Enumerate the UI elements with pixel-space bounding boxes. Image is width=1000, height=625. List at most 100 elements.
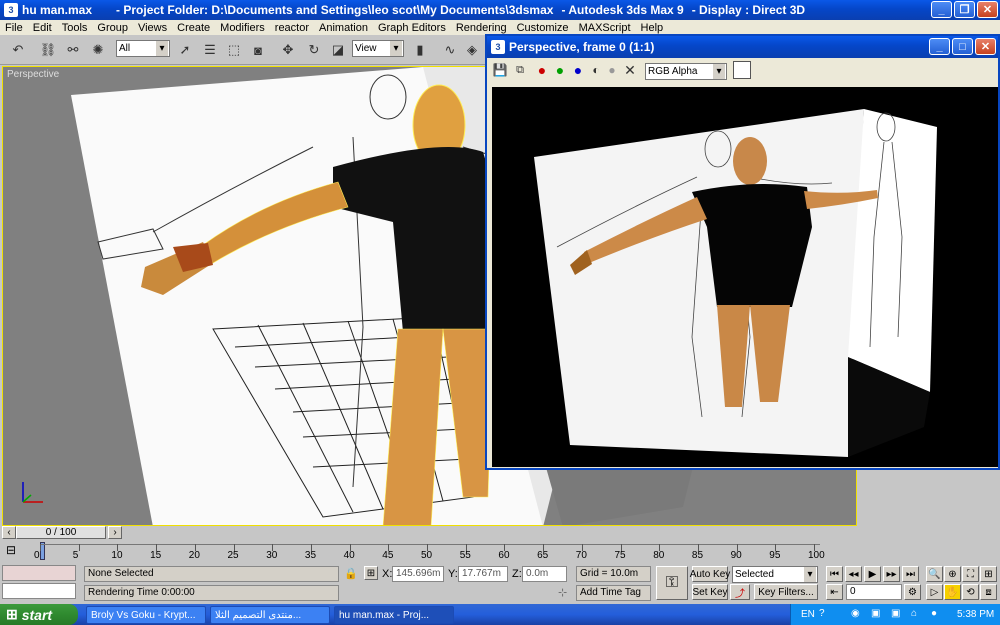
menu-maxscript[interactable]: MAXScript	[574, 22, 636, 34]
start-button[interactable]: ⊞ start	[0, 604, 78, 625]
menu-customize[interactable]: Customize	[512, 22, 574, 34]
tray-app-icon[interactable]: ◉	[851, 608, 860, 619]
pivot-icon[interactable]: ▮	[410, 40, 430, 60]
red-channel-icon[interactable]: ●	[533, 61, 551, 79]
language-indicator[interactable]: EN	[801, 609, 815, 620]
save-image-icon[interactable]: 💾	[491, 61, 509, 79]
absolute-mode-icon[interactable]: ⊞	[364, 566, 378, 580]
menu-graph-editors[interactable]: Graph Editors	[373, 22, 451, 34]
rect-region-icon[interactable]: ⬚	[224, 40, 244, 60]
reference-coord-dropdown[interactable]: View	[352, 40, 404, 57]
select-by-name-icon[interactable]: ☰	[200, 40, 220, 60]
system-tray: EN ? ◉ ▣ ▣ ⌂ ● 5:38 PM	[790, 604, 1000, 625]
y-coordinate-field[interactable]: 17.767m	[458, 566, 508, 582]
channel-dropdown[interactable]: RGB Alpha	[645, 63, 727, 80]
task-3dsmax[interactable]: hu man.max - Proj...	[334, 606, 454, 624]
bind-spacewarp-icon[interactable]: ✺	[88, 40, 108, 60]
minimize-button[interactable]: _	[931, 1, 952, 18]
zoom-extents-all-icon[interactable]: ⊞	[980, 566, 997, 582]
menu-tools[interactable]: Tools	[57, 22, 93, 34]
next-frame-icon[interactable]: ▸▸	[883, 566, 900, 582]
set-key-big-icon[interactable]: ⚿	[656, 566, 688, 600]
clear-icon[interactable]: ✕	[621, 61, 639, 79]
field-of-view-icon[interactable]: ▷	[926, 584, 943, 600]
maxscript-listener-top[interactable]	[2, 565, 76, 581]
set-key-button[interactable]: Set Key	[692, 584, 728, 600]
menu-group[interactable]: Group	[92, 22, 133, 34]
current-frame-field[interactable]: 0	[846, 584, 902, 600]
undo-icon[interactable]: ↶	[8, 40, 28, 60]
go-to-end-icon[interactable]: ⏭	[902, 566, 919, 582]
menu-file[interactable]: File	[0, 22, 28, 34]
key-filters-button[interactable]: Key Filters...	[754, 584, 818, 600]
play-icon[interactable]: ▶	[864, 566, 881, 582]
menu-views[interactable]: Views	[133, 22, 172, 34]
unlink-icon[interactable]: ⚯	[63, 40, 83, 60]
auto-key-button[interactable]: Auto Key	[690, 566, 730, 582]
key-tangent-icon[interactable]: ⤴	[730, 584, 750, 600]
rendered-plane-front	[534, 109, 864, 457]
green-channel-icon[interactable]: ●	[551, 61, 569, 79]
windows-taskbar: ⊞ start Broly Vs Goku - Krypt... منتدى ا…	[0, 604, 1000, 625]
tray-security-icon[interactable]: ●	[931, 608, 937, 619]
close-button[interactable]: ✕	[977, 1, 998, 18]
task-broly[interactable]: Broly Vs Goku - Krypt...	[86, 606, 206, 624]
previous-frame-icon[interactable]: ◂◂	[845, 566, 862, 582]
menu-edit[interactable]: Edit	[28, 22, 57, 34]
pan-view-icon[interactable]: ✋	[944, 584, 961, 600]
render-minimize-button[interactable]: _	[929, 38, 950, 55]
move-icon[interactable]: ✥	[278, 40, 298, 60]
arc-rotate-icon[interactable]: ⟲	[962, 584, 979, 600]
task-forum[interactable]: منتدى التصميم الثلا...	[210, 606, 330, 624]
rotate-icon[interactable]: ↻	[304, 40, 324, 60]
time-prev-arrow[interactable]: ‹	[2, 526, 16, 539]
time-slider-thumb[interactable]: 0 / 100	[16, 526, 106, 539]
snap-toggle-icon[interactable]: ∿	[440, 40, 460, 60]
zoom-extents-icon[interactable]: ⛶	[962, 566, 979, 582]
menu-modifiers[interactable]: Modifiers	[215, 22, 270, 34]
go-to-start-icon[interactable]: ⏮	[826, 566, 843, 582]
x-coordinate-field[interactable]: 145.696m	[392, 566, 444, 582]
window-crossing-icon[interactable]: ◙	[248, 40, 268, 60]
maximize-viewport-icon[interactable]: ⧈	[980, 584, 997, 600]
time-config-icon[interactable]: ⚙	[904, 584, 921, 600]
tray-app-icon-2[interactable]: ▣	[871, 608, 880, 619]
color-swatch[interactable]	[733, 61, 751, 79]
menu-reactor[interactable]: reactor	[270, 22, 314, 34]
track-bar[interactable]: ⊟ 0 5 10 15 20 25 30 35 40 45 50 55 60 65 70 75 80 85 90 95…	[0, 540, 860, 564]
timeline-tick-label: 95	[769, 550, 781, 561]
help-icon[interactable]: ?	[819, 608, 825, 619]
mini-curve-editor-icon[interactable]: ⊟	[6, 543, 20, 557]
key-mode-dropdown[interactable]: Selected	[732, 566, 818, 583]
time-next-arrow[interactable]: ›	[108, 526, 122, 539]
menu-rendering[interactable]: Rendering	[451, 22, 512, 34]
lock-selection-icon[interactable]: 🔒	[344, 567, 358, 580]
timeline-tick-label: 75	[614, 550, 626, 561]
menu-help[interactable]: Help	[636, 22, 669, 34]
add-time-tag[interactable]: Add Time Tag	[576, 585, 651, 601]
selection-filter-dropdown[interactable]: All	[116, 40, 170, 57]
select-object-icon[interactable]: ➚	[175, 40, 195, 60]
select-link-icon[interactable]: ⛓	[38, 40, 58, 60]
restore-button[interactable]: ❐	[954, 1, 975, 18]
menu-animation[interactable]: Animation	[314, 22, 373, 34]
z-coordinate-field[interactable]: 0.0m	[522, 566, 567, 582]
blue-channel-icon[interactable]: ●	[569, 61, 587, 79]
menu-create[interactable]: Create	[172, 22, 215, 34]
mono-channel-icon[interactable]: ●	[603, 61, 621, 79]
zoom-icon[interactable]: 🔍	[926, 566, 943, 582]
tray-network-icon[interactable]: ⌂	[911, 608, 917, 619]
clone-window-icon[interactable]: ⧉	[511, 61, 529, 79]
menu-bar: File Edit Tools Group Views Create Modif…	[0, 20, 1000, 35]
render-maximize-button[interactable]: □	[952, 38, 973, 55]
tray-app-icon-3[interactable]: ▣	[891, 608, 900, 619]
scale-icon[interactable]: ◪	[328, 40, 348, 60]
render-close-button[interactable]: ✕	[975, 38, 996, 55]
timeline-tick-label: 55	[459, 550, 471, 561]
teapot-render-icon[interactable]: ◈	[462, 40, 482, 60]
time-tag-icon: ⊹	[558, 587, 568, 599]
zoom-all-icon[interactable]: ⊕	[944, 566, 961, 582]
time-slider[interactable]: ‹ 0 / 100 ›	[0, 526, 860, 540]
maxscript-listener-bottom[interactable]	[2, 583, 76, 599]
key-mode-toggle-icon[interactable]: ⇤	[826, 584, 843, 600]
